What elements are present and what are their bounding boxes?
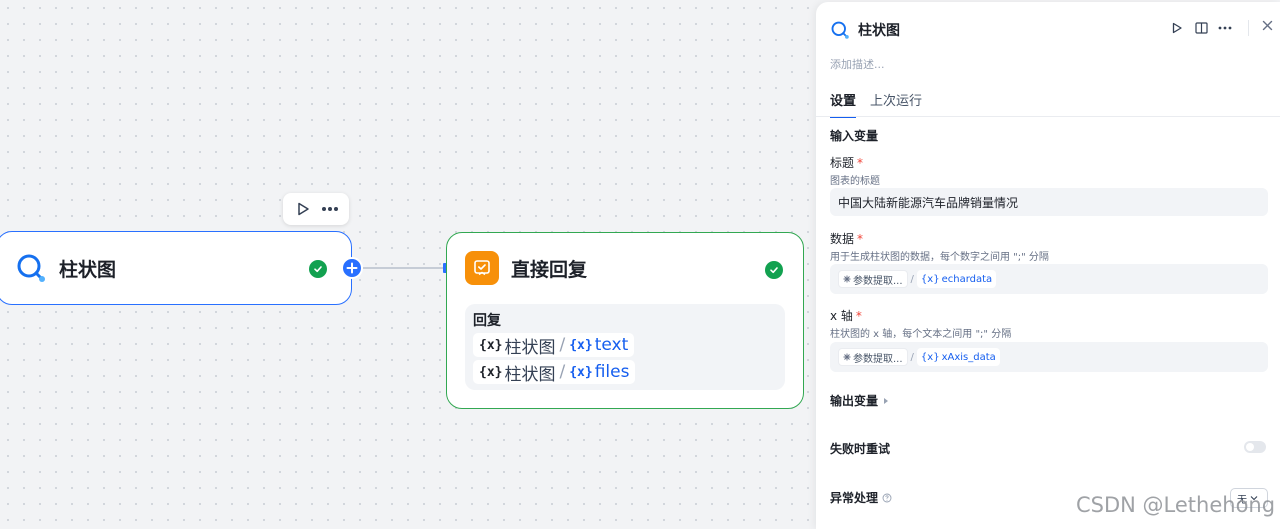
retry-label: 失败时重试	[830, 442, 891, 456]
node-settings-panel: 柱状图 添加描述... 设置 上次运行 输入变量 标题 * 图表的标题 中国大陆新…	[816, 2, 1280, 529]
param-extract-label: 参数提取...	[853, 275, 903, 287]
param-icon	[843, 353, 851, 361]
variable-name: xAxis_data	[941, 351, 996, 363]
field-hint: 柱状图的 x 轴，每个文本之间用 ";" 分隔	[830, 329, 1012, 340]
reply-node[interactable]: 直接回复 回复 {x} 柱状图 / {x} text {x} 柱状图 / {x}…	[446, 232, 804, 409]
connection-edge	[363, 267, 447, 269]
variable-reference[interactable]: {x} 柱状图 / {x} files	[473, 360, 636, 385]
param-icon	[843, 275, 851, 283]
variable-chip[interactable]: {x} echardata	[916, 270, 997, 288]
node-toolbar	[283, 193, 349, 225]
chart-node[interactable]: 柱状图	[0, 231, 352, 305]
run-node-button[interactable]	[292, 198, 314, 220]
required-mark: *	[855, 309, 862, 323]
variable-name: text	[594, 335, 629, 355]
reply-node-title: 直接回复	[511, 258, 588, 281]
field-hint: 图表的标题	[830, 176, 880, 187]
chart-tool-icon	[17, 254, 45, 282]
panel-more-button[interactable]	[1218, 18, 1232, 38]
variable-node-name: 柱状图	[504, 364, 556, 385]
success-check-icon	[765, 261, 783, 279]
chip-separator: /	[910, 273, 914, 285]
variable-separator: /	[559, 335, 566, 355]
tab-last-run[interactable]: 上次运行	[870, 90, 922, 118]
variable-chip[interactable]: {x} xAxis_data	[916, 348, 1000, 366]
field-label-xaxis: x 轴 *	[830, 307, 862, 324]
input-variables-heading: 输入变量	[830, 129, 879, 143]
variable-icon: {x}	[920, 351, 940, 363]
param-extract-chip[interactable]: 参数提取...	[838, 270, 908, 288]
more-options-button[interactable]	[319, 198, 341, 220]
required-mark: *	[857, 232, 864, 246]
field-label-text: x 轴	[830, 309, 853, 323]
param-extract-chip[interactable]: 参数提取...	[838, 348, 908, 366]
title-input-value: 中国大陆新能源汽车品牌销量情况	[838, 195, 1019, 210]
help-doc-button[interactable]	[1194, 18, 1208, 38]
divider	[1248, 20, 1249, 36]
play-icon	[1172, 22, 1182, 34]
caret-right-icon	[884, 397, 889, 404]
watermark: CSDN @Lethehong	[1076, 493, 1276, 517]
play-icon	[297, 202, 309, 216]
variable-icon: {x}	[569, 337, 593, 353]
panel-title[interactable]: 柱状图	[858, 20, 900, 40]
more-dots-icon	[1218, 26, 1232, 30]
field-label-text: 数据	[830, 232, 855, 246]
data-input[interactable]: 参数提取... / {x} echardata	[830, 264, 1268, 294]
title-input[interactable]: 中国大陆新能源汽车品牌销量情况	[830, 188, 1268, 216]
param-extract-label: 参数提取...	[853, 353, 903, 365]
xaxis-input[interactable]: 参数提取... / {x} xAxis_data	[830, 342, 1268, 372]
variable-icon: {x}	[479, 337, 503, 353]
output-variables-heading: 输出变量	[830, 394, 879, 408]
run-step-button[interactable]	[1170, 18, 1184, 38]
reply-label: 回复	[473, 313, 501, 329]
retry-toggle[interactable]	[1244, 441, 1266, 453]
chart-node-title: 柱状图	[59, 258, 117, 281]
field-label-title: 标题 *	[830, 154, 863, 171]
field-label-text: 标题	[830, 156, 855, 170]
reply-icon	[465, 251, 499, 285]
book-icon	[1194, 22, 1208, 34]
variable-name: files	[594, 362, 630, 382]
close-icon	[1262, 20, 1273, 31]
plus-icon	[346, 262, 358, 274]
description-input[interactable]: 添加描述...	[830, 56, 885, 72]
help-icon[interactable]	[882, 493, 892, 503]
variable-separator: /	[559, 362, 566, 382]
tab-settings[interactable]: 设置	[830, 90, 857, 118]
chart-tool-icon	[830, 20, 850, 44]
error-handling-row: 异常处理	[830, 489, 892, 506]
tab-underline	[816, 116, 1280, 117]
close-panel-button[interactable]	[1262, 19, 1273, 35]
variable-reference[interactable]: {x} 柱状图 / {x} text	[473, 333, 635, 358]
error-handling-label: 异常处理	[830, 491, 879, 505]
variable-icon: {x}	[920, 273, 940, 285]
success-check-icon	[309, 260, 327, 278]
reply-content[interactable]: 回复 {x} 柱状图 / {x} text {x} 柱状图 / {x} file…	[465, 304, 785, 390]
more-dots-icon	[321, 207, 338, 211]
add-node-button[interactable]	[341, 257, 363, 279]
field-hint: 用于生成柱状图的数据，每个数字之间用 ";" 分隔	[830, 252, 1049, 263]
field-label-data: 数据 *	[830, 230, 863, 247]
variable-name: echardata	[941, 273, 993, 285]
chip-separator: /	[910, 351, 914, 363]
variable-icon: {x}	[479, 364, 503, 380]
variable-node-name: 柱状图	[504, 337, 556, 358]
output-variables-toggle[interactable]: 输出变量	[830, 392, 890, 409]
required-mark: *	[857, 156, 864, 170]
variable-icon: {x}	[569, 364, 593, 380]
